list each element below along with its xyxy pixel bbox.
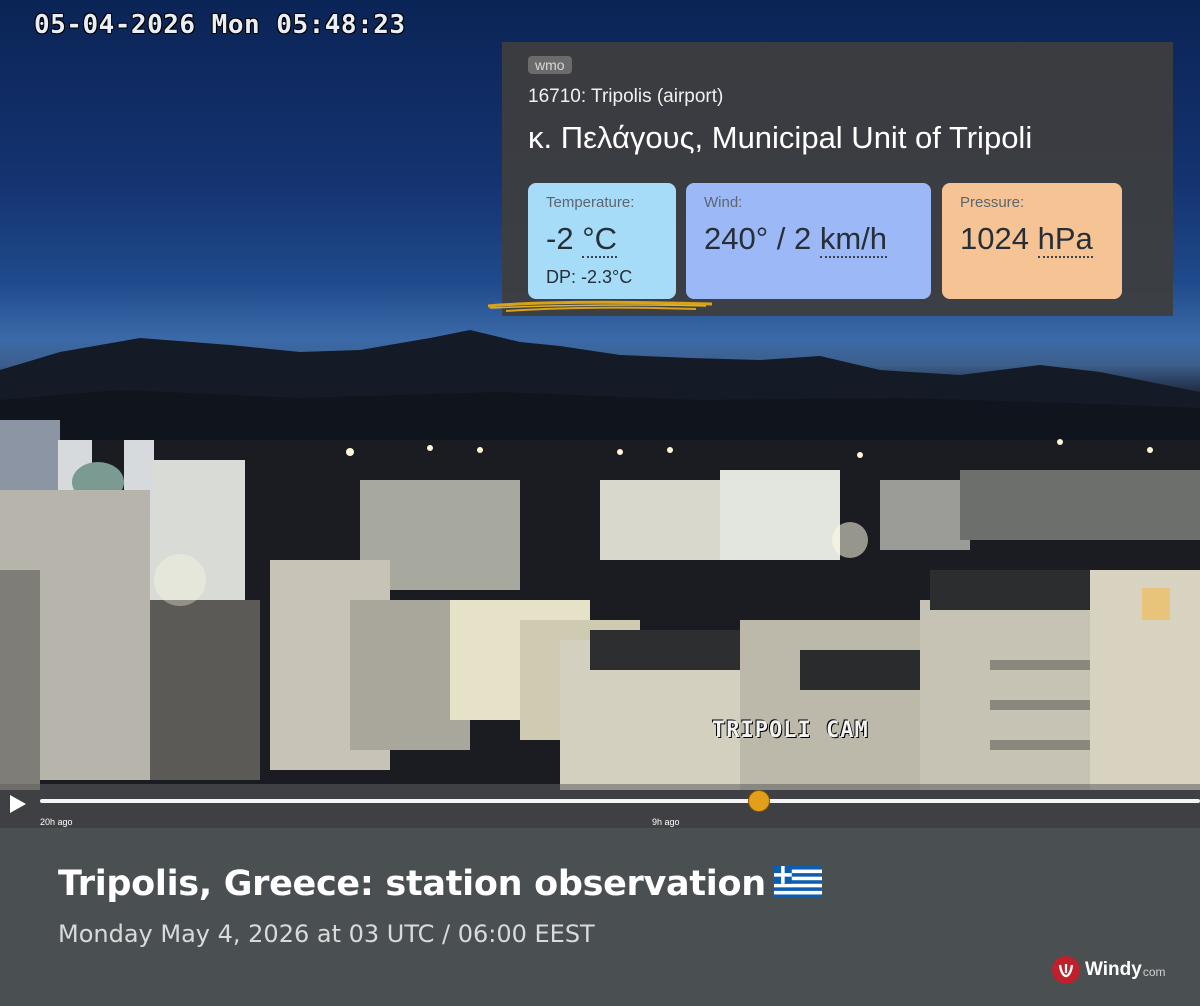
timeline-bar: 20h ago 9h ago xyxy=(0,784,1200,828)
wind-value: 240° / 2 km/h xyxy=(704,221,888,258)
play-icon[interactable] xyxy=(10,795,26,813)
pressure-value: 1024 hPa xyxy=(960,221,1093,258)
timeline-track[interactable] xyxy=(40,799,1200,803)
webcam-overlay-label: TRIPOLI CAM xyxy=(712,718,869,743)
highlight-scribble xyxy=(487,300,713,312)
temperature-number: -2 xyxy=(546,221,574,256)
brand-suffix: com xyxy=(1142,965,1166,979)
observation-info: Tripolis, Greece: station observation Mo… xyxy=(0,828,1200,1006)
page-title-text: Tripolis, Greece: station observation xyxy=(58,864,766,904)
station-observation-card: wmo 16710: Tripolis (airport) κ. Πελάγου… xyxy=(487,42,1173,316)
station-place: κ. Πελάγους, Municipal Unit of Tripoli xyxy=(528,120,1033,155)
page-title: Tripolis, Greece: station observation xyxy=(58,864,822,904)
webcam-timestamp: 05-04-2026 Mon 05:48:23 xyxy=(34,10,406,40)
timeline-knob[interactable] xyxy=(748,790,771,812)
wmo-tag: wmo xyxy=(528,56,572,74)
timeline-mid-label: 9h ago xyxy=(652,817,680,827)
temperature-value: -2 °C xyxy=(546,221,617,258)
timeline-start-label: 20h ago xyxy=(40,817,73,827)
dew-point: DP: -2.3°C xyxy=(546,267,633,287)
wind-label: Wind: xyxy=(704,194,743,211)
wind-number: 240° / 2 xyxy=(704,221,812,256)
windy-logo-icon xyxy=(1052,956,1080,984)
temperature-unit[interactable]: °C xyxy=(582,221,617,258)
temperature-label: Temperature: xyxy=(546,194,635,211)
pressure-unit[interactable]: hPa xyxy=(1037,221,1093,258)
greece-flag-icon xyxy=(773,866,822,898)
pressure-number: 1024 xyxy=(960,221,1029,256)
temperature-tile: Temperature: -2 °C DP: -2.3°C xyxy=(528,183,676,299)
station-id: 16710: Tripolis (airport) xyxy=(528,86,724,107)
observation-datetime: Monday May 4, 2026 at 03 UTC / 06:00 EES… xyxy=(58,920,595,948)
wind-unit[interactable]: km/h xyxy=(819,221,888,258)
windy-brand[interactable]: Windy com xyxy=(1052,956,1166,984)
brand-name: Windy xyxy=(1085,959,1142,980)
pressure-label: Pressure: xyxy=(960,194,1025,211)
pressure-tile: Pressure: 1024 hPa xyxy=(942,183,1122,299)
wind-tile: Wind: 240° / 2 km/h xyxy=(686,183,931,299)
webcam-image: 05-04-2026 Mon 05:48:23 TRIPOLI CAM wmo … xyxy=(0,0,1200,828)
